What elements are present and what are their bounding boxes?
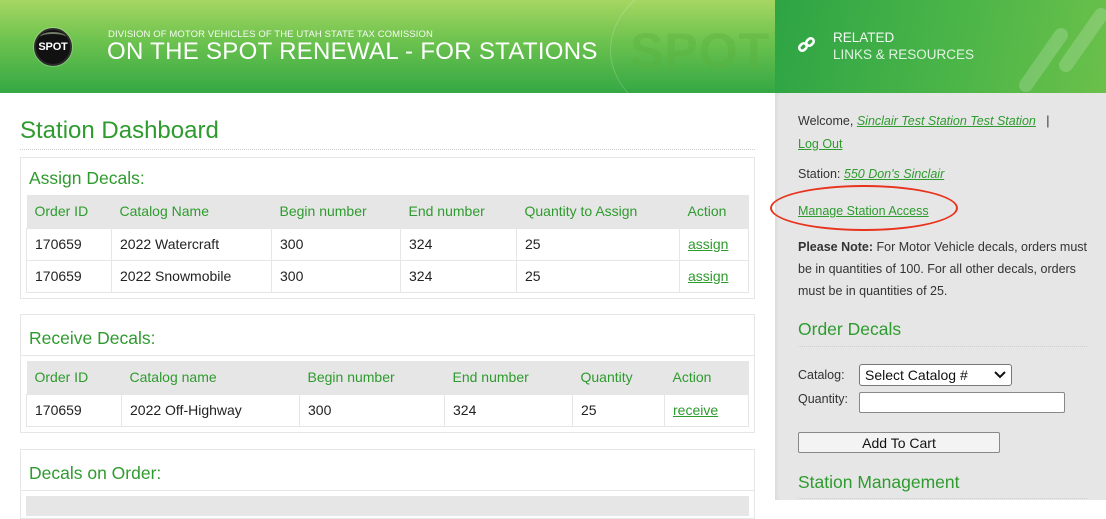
col-catalog-name: Catalog Name <box>111 195 272 228</box>
col-action: Action <box>664 361 749 394</box>
order-decals-divider <box>798 346 1087 347</box>
catalog-label: Catalog: <box>798 368 845 382</box>
col-order-id: Order ID <box>26 195 112 228</box>
col-begin-number: Begin number <box>271 195 401 228</box>
table-row: 170659 2022 Snowmobile 300 324 25 assign <box>26 259 749 293</box>
cell-catalog: 2022 Snowmobile <box>111 259 272 293</box>
panel-divider <box>21 355 754 356</box>
station-management-divider <box>798 498 1087 499</box>
cell-qty: 25 <box>572 393 665 427</box>
assign-decals-table: Order ID Catalog Name Begin number End n… <box>26 195 749 293</box>
assign-decals-panel: Assign Decals: Order ID Catalog Name Beg… <box>20 157 755 299</box>
manage-station-access-wrap: Manage Station Access <box>798 204 929 218</box>
col-quantity-to-assign: Quantity to Assign <box>516 195 680 228</box>
cell-end: 324 <box>444 393 573 427</box>
note-label: Please Note: <box>798 240 874 254</box>
link-icon <box>797 36 816 53</box>
col-end-number: End number <box>400 195 517 228</box>
catalog-select[interactable]: Select Catalog # <box>859 364 1012 386</box>
related-line1: RELATED <box>833 30 895 45</box>
separator: | <box>1046 114 1050 128</box>
cell-order-id: 170659 <box>26 393 122 427</box>
decals-on-order-panel: Decals on Order: <box>20 449 755 519</box>
welcome-line: Welcome, Sinclair Test Station Test Stat… <box>798 110 1088 156</box>
station-management-heading: Station Management <box>798 472 960 492</box>
cell-qty: 25 <box>516 227 680 261</box>
cell-begin: 300 <box>299 393 445 427</box>
assign-link[interactable]: assign <box>688 268 728 284</box>
related-links-header[interactable]: RELATED LINKS & RESOURCES <box>775 0 1106 93</box>
decals-on-order-table-header <box>26 496 749 516</box>
decals-on-order-heading: Decals on Order: <box>29 463 162 483</box>
receive-decals-table: Order ID Catalog name Begin number End n… <box>26 361 749 427</box>
order-decals-heading: Order Decals <box>798 319 902 339</box>
site-header: SPOT SPOT DIVISION OF MOTOR VEHICLES OF … <box>0 0 775 93</box>
logo-text: SPOT <box>38 41 68 53</box>
cell-end: 324 <box>400 227 517 261</box>
quantity-input[interactable] <box>859 392 1065 413</box>
table-row: 170659 2022 Off-Highway 300 324 25 recei… <box>26 393 749 427</box>
col-quantity: Quantity <box>572 361 665 394</box>
related-links-title[interactable]: RELATED LINKS & RESOURCES <box>833 29 974 63</box>
station-line: Station: 550 Don's Sinclair <box>798 167 944 181</box>
cell-end: 324 <box>400 259 517 293</box>
manage-station-access-link[interactable]: Manage Station Access <box>798 204 929 218</box>
related-line2: LINKS & RESOURCES <box>833 47 975 62</box>
logout-link[interactable]: Log Out <box>798 137 842 151</box>
header-title: ON THE SPOT RENEWAL - FOR STATIONS <box>107 38 598 65</box>
station-name-link[interactable]: 550 Don's Sinclair <box>844 167 944 181</box>
add-to-cart-button[interactable]: Add To Cart <box>798 432 1000 453</box>
col-end-number: End number <box>444 361 573 394</box>
welcome-prefix: Welcome, <box>798 114 857 128</box>
cell-catalog: 2022 Off-Highway <box>121 393 300 427</box>
sidebar: Welcome, Sinclair Test Station Test Stat… <box>770 93 1106 500</box>
cell-action: receive <box>664 393 749 427</box>
table-header-row: Order ID Catalog name Begin number End n… <box>26 361 749 394</box>
title-divider <box>20 149 755 150</box>
spot-logo[interactable]: SPOT <box>34 28 72 66</box>
cell-catalog: 2022 Watercraft <box>111 227 272 261</box>
quantity-note: Please Note: For Motor Vehicle decals, o… <box>798 236 1088 302</box>
assign-decals-heading: Assign Decals: <box>29 168 145 188</box>
assign-link[interactable]: assign <box>688 236 728 252</box>
cell-begin: 300 <box>271 259 401 293</box>
col-order-id: Order ID <box>26 361 122 394</box>
chain-watermark-icon <box>1019 8 1106 92</box>
cell-action: assign <box>679 259 749 293</box>
chevron-down-icon <box>994 371 1006 379</box>
cell-order-id: 170659 <box>26 227 112 261</box>
receive-decals-panel: Receive Decals: Order ID Catalog name Be… <box>20 314 755 433</box>
cell-begin: 300 <box>271 227 401 261</box>
station-prefix: Station: <box>798 167 844 181</box>
user-name-link[interactable]: Sinclair Test Station Test Station <box>857 114 1036 128</box>
col-begin-number: Begin number <box>299 361 445 394</box>
cell-qty: 25 <box>516 259 680 293</box>
table-header-row: Order ID Catalog Name Begin number End n… <box>26 195 749 228</box>
receive-decals-heading: Receive Decals: <box>29 328 156 348</box>
col-action: Action <box>679 195 749 228</box>
receive-link[interactable]: receive <box>673 402 718 418</box>
table-row: 170659 2022 Watercraft 300 324 25 assign <box>26 227 749 261</box>
panel-divider <box>21 490 754 491</box>
catalog-selected-value: Select Catalog # <box>865 367 968 383</box>
col-catalog-name: Catalog name <box>121 361 300 394</box>
spot-watermark: SPOT <box>630 23 771 79</box>
quantity-label: Quantity: <box>798 392 849 406</box>
cell-action: assign <box>679 227 749 261</box>
main-content: Station Dashboard Assign Decals: Order I… <box>20 93 755 519</box>
cell-order-id: 170659 <box>26 259 112 293</box>
page-title: Station Dashboard <box>20 117 219 144</box>
